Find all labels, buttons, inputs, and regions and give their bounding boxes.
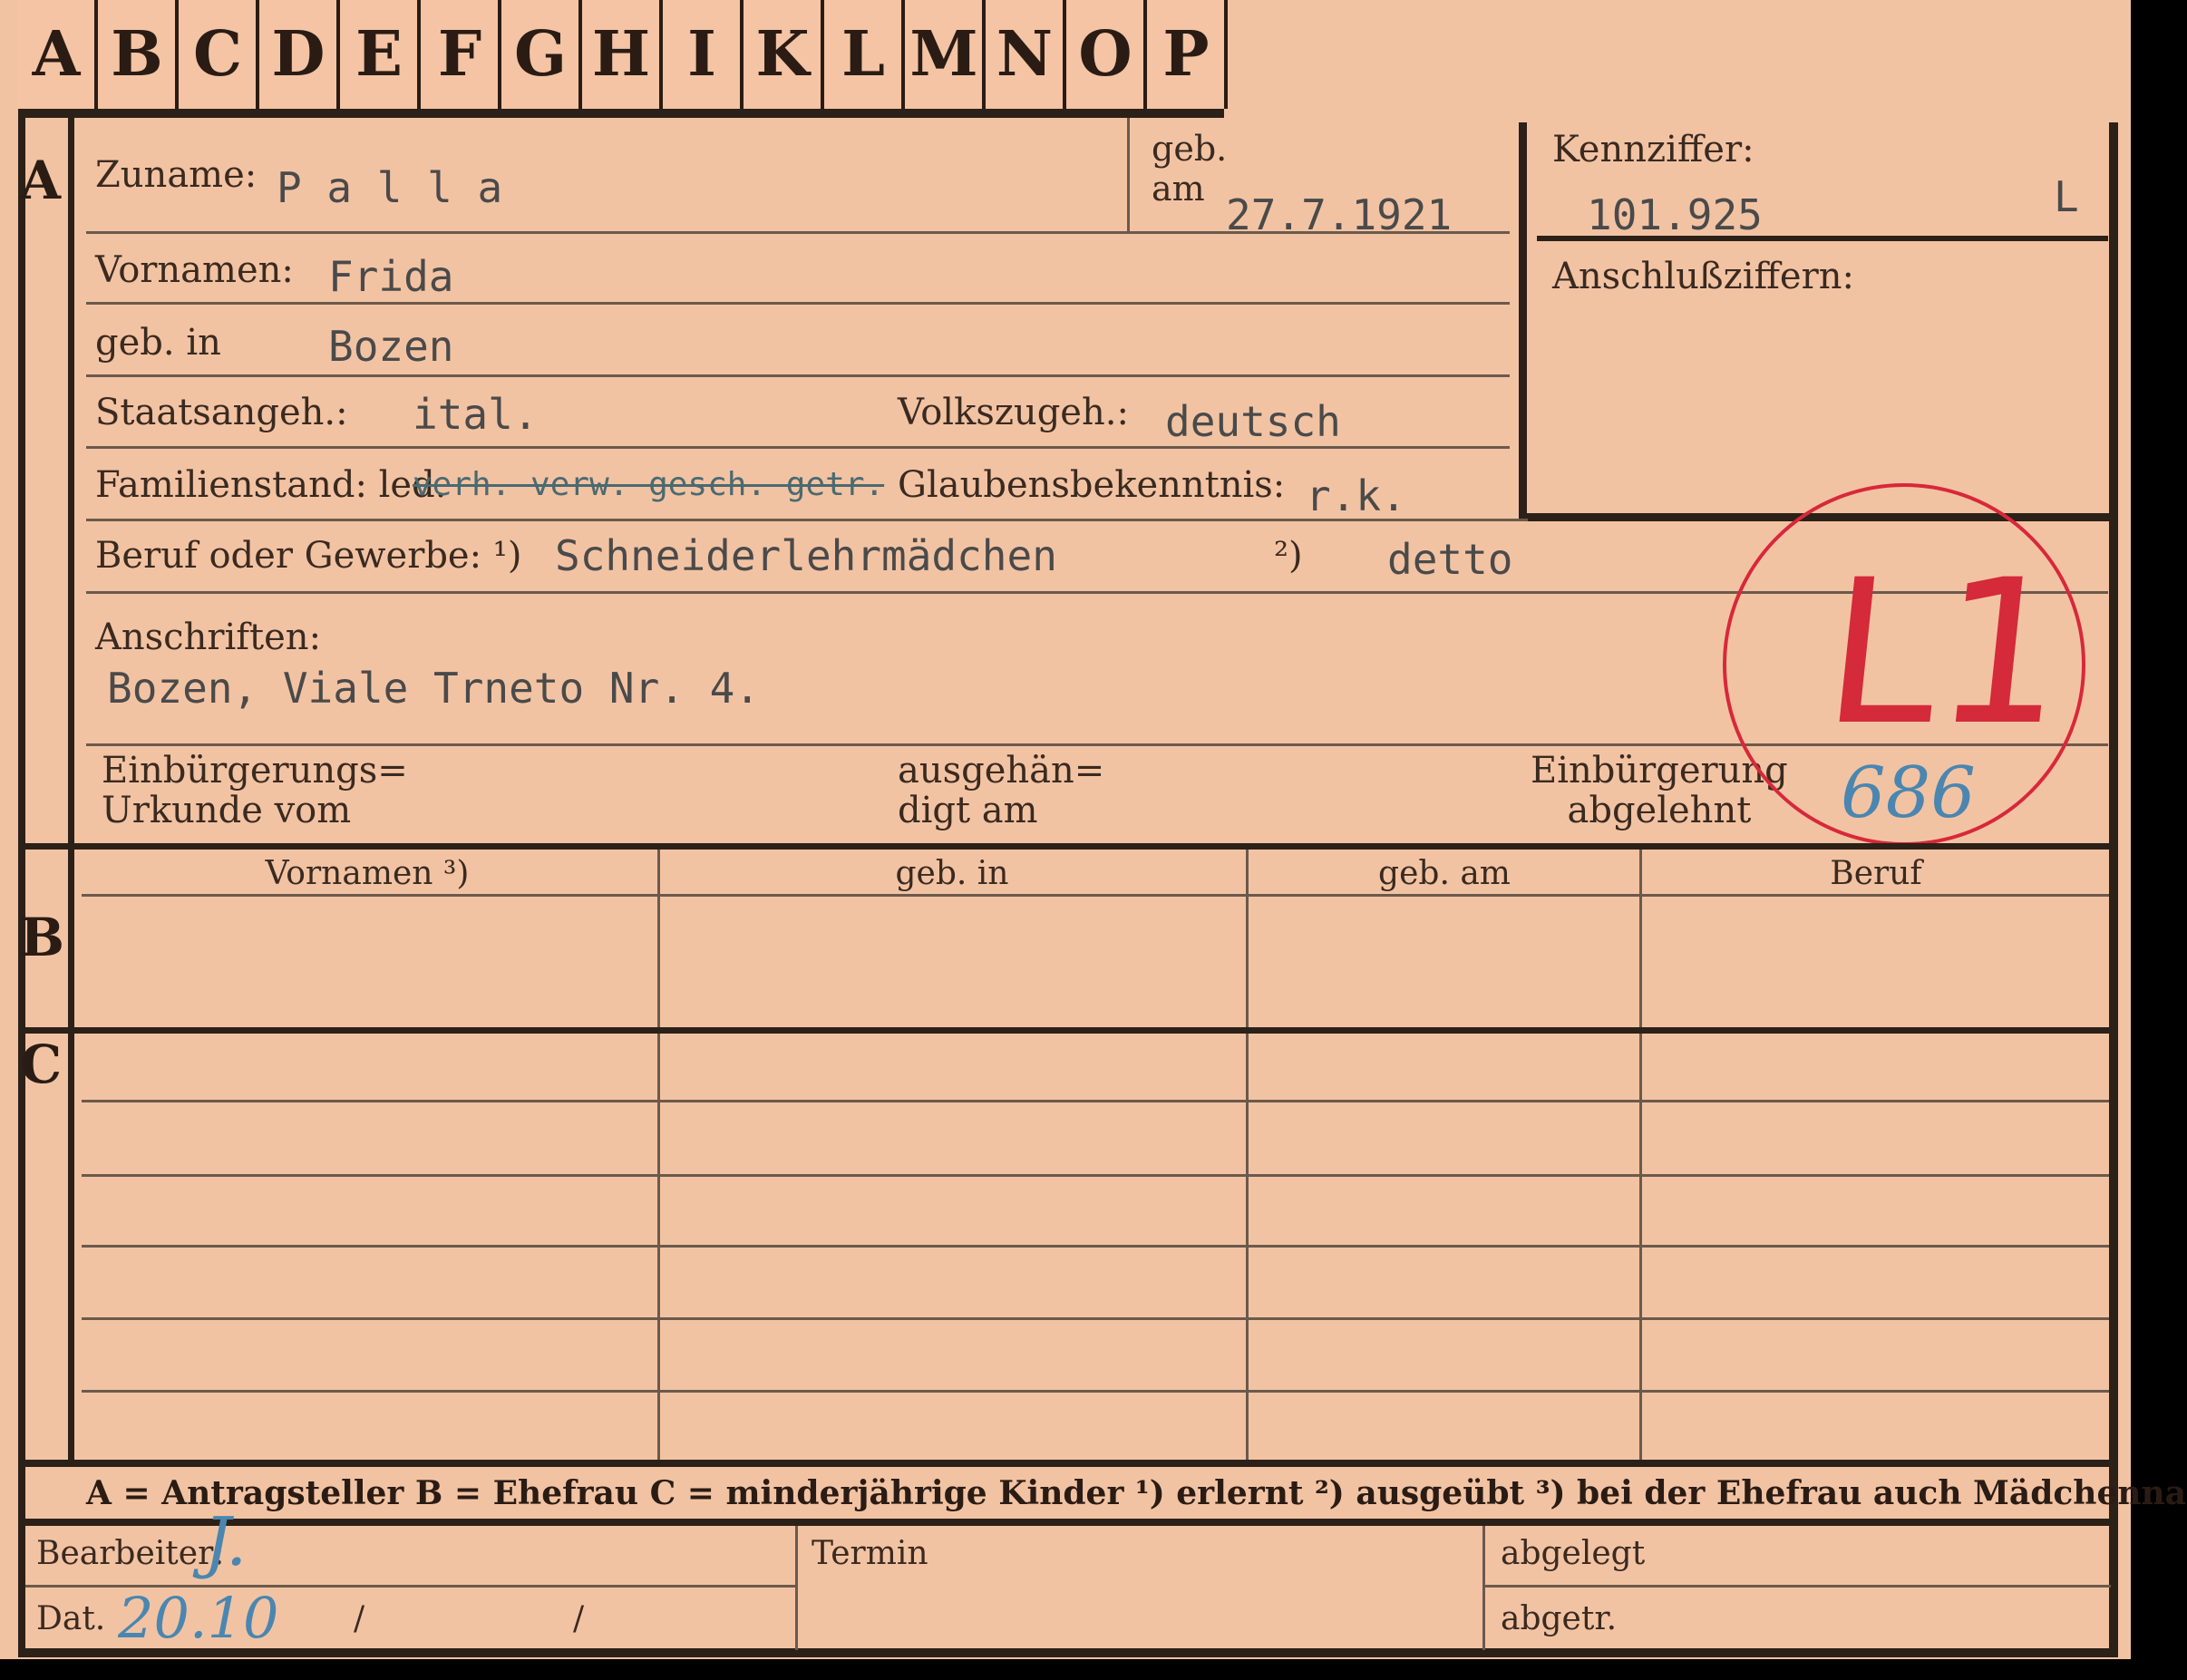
index-tab-a: A xyxy=(18,0,98,109)
rule xyxy=(82,1245,2109,1248)
legend-bottom-border xyxy=(18,1519,2118,1526)
section-divider-bc xyxy=(18,1027,2118,1034)
abgelegt-label: abgelegt xyxy=(1501,1535,1646,1572)
zuname-value: P a l l a xyxy=(277,163,503,212)
table-header-geb-am: geb. am xyxy=(1378,855,1511,892)
section-divider-ab xyxy=(18,843,2118,850)
index-tab-m: M xyxy=(906,0,986,109)
dat-label: Dat. xyxy=(36,1600,106,1637)
registration-card: ABCDEFGHIKLMNOP A B C Kennziffer: 101.92… xyxy=(0,0,2187,1659)
bearbeiter-signature: J. xyxy=(204,1503,248,1581)
footer-divider xyxy=(1482,1526,1485,1650)
rule xyxy=(82,1174,2109,1177)
rule xyxy=(82,1100,2109,1102)
date-separator: / xyxy=(354,1600,365,1637)
kennziffer-suffix: L xyxy=(2054,172,2079,221)
termin-label: Termin xyxy=(812,1535,928,1572)
left-border xyxy=(18,109,25,1650)
date-separator: / xyxy=(573,1600,585,1637)
index-tab-d: D xyxy=(260,0,340,109)
rule xyxy=(86,231,1510,234)
vornamen-label: Vornamen: xyxy=(95,249,294,291)
staatsangeh-value: ital. xyxy=(413,390,539,439)
volkszugeh-label: Volkszugeh.: xyxy=(898,392,1129,433)
index-tab-c: C xyxy=(180,0,259,109)
kennziffer-label: Kennziffer: xyxy=(1552,129,1754,170)
beruf-label-2: ²) xyxy=(1274,535,1303,577)
inner-left-border xyxy=(68,113,74,1460)
bearbeiter-label: Bearbeiter: xyxy=(36,1535,225,1572)
index-tab-b: B xyxy=(99,0,179,109)
index-tab-n: N xyxy=(987,0,1066,109)
index-tab-p: P xyxy=(1148,0,1228,109)
zuname-label: Zuname: xyxy=(95,154,258,196)
rule xyxy=(86,374,1510,377)
handwritten-number: 686 xyxy=(1841,753,1976,834)
kennziffer-box-left xyxy=(1519,122,1527,521)
table-header-beruf: Beruf xyxy=(1830,855,1922,892)
index-tab-o: O xyxy=(1067,0,1147,109)
kennziffer-value: 101.925 xyxy=(1587,190,1763,239)
section-b-marker: B xyxy=(20,907,65,968)
einbuergerungs-urkunde-label: Einbürgerungs= Urkunde vom xyxy=(102,750,408,831)
stamp-text: L1 xyxy=(1814,537,2078,769)
beruf-value-2: detto xyxy=(1387,535,1513,584)
geb-in-label: geb. in xyxy=(95,322,221,364)
rule xyxy=(86,446,1510,449)
column-divider xyxy=(657,850,660,1462)
index-tab-f: F xyxy=(422,0,501,109)
footer-divider xyxy=(795,1526,798,1650)
legend-text: A = Antragsteller B = Ehefrau C = minder… xyxy=(86,1474,2187,1512)
rule xyxy=(86,519,1528,521)
table-header-vornamen: Vornamen ³) xyxy=(265,855,470,892)
right-border xyxy=(2109,122,2118,1655)
geb-in-value: Bozen xyxy=(328,322,454,371)
column-divider xyxy=(1639,850,1642,1462)
staatsangeh-label: Staatsangeh.: xyxy=(95,392,348,433)
ausgehaendigt-label: ausgehän= digt am xyxy=(898,750,1105,831)
rule xyxy=(82,1317,2109,1320)
rule xyxy=(82,894,2109,897)
geb-am-label: geb. am xyxy=(1152,129,1228,209)
familienstand-struck-options: verh. verw. gesch. getr. xyxy=(413,466,885,503)
legend-top-border xyxy=(18,1460,2118,1467)
glaubensbekenntnis-value: r.k. xyxy=(1306,471,1406,520)
bottom-border xyxy=(18,1648,2118,1657)
familienstand-label: Familienstand: led. xyxy=(95,464,447,506)
dat-handwritten: 20.10 xyxy=(118,1585,279,1651)
index-tab-k: K xyxy=(744,0,824,109)
section-a-marker: A xyxy=(20,150,62,211)
rule xyxy=(82,1390,2109,1393)
beruf-label: Beruf oder Gewerbe: ¹) xyxy=(95,535,522,577)
section-c-marker: C xyxy=(20,1034,63,1095)
abgetr-label: abgetr. xyxy=(1501,1600,1618,1637)
beruf-value-1: Schneiderlehrmädchen xyxy=(555,531,1057,580)
index-tab-e: E xyxy=(341,0,421,109)
index-tab-l: L xyxy=(825,0,905,109)
anschrift-value: Bozen, Viale Trneto Nr. 4. xyxy=(107,664,761,713)
top-border xyxy=(18,109,1224,118)
glaubensbekenntnis-label: Glaubensbekenntnis: xyxy=(898,464,1286,506)
column-divider xyxy=(1246,850,1249,1462)
index-tab-h: H xyxy=(583,0,663,109)
volkszugeh-value: deutsch xyxy=(1165,397,1341,446)
rule xyxy=(1485,1585,2111,1588)
anschlussziffern-label: Anschlußziffern: xyxy=(1552,256,1854,297)
table-header-geb-in: geb. in xyxy=(895,855,1009,892)
geb-am-divider xyxy=(1127,118,1130,231)
anschriften-label: Anschriften: xyxy=(95,617,322,658)
vornamen-value: Frida xyxy=(328,252,454,301)
rule xyxy=(86,302,1510,305)
index-tab-i: I xyxy=(664,0,744,109)
index-tab-g: G xyxy=(502,0,582,109)
